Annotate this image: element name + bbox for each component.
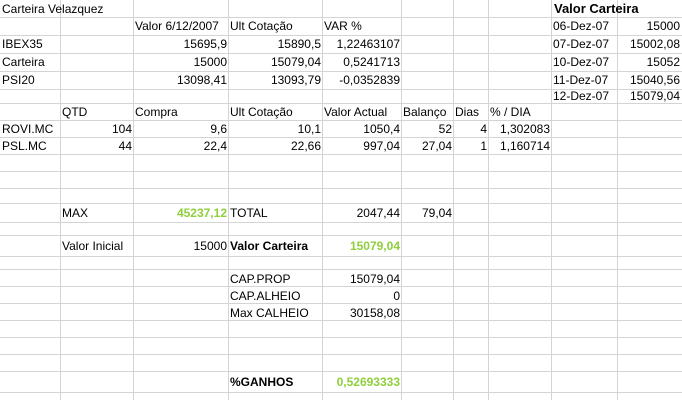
max-calheio-value[interactable]: 30158,08 — [322, 304, 402, 322]
grid-line — [0, 235, 682, 236]
panel-value[interactable]: 15002,08 — [617, 35, 682, 53]
cap-prop-value[interactable]: 15079,04 — [322, 270, 402, 288]
quote-valor[interactable]: 15000 — [133, 53, 229, 71]
valor-carteira-value[interactable]: 15079,04 — [322, 237, 402, 255]
valor-carteira-label[interactable]: Valor Carteira — [228, 237, 323, 255]
position-qtd[interactable]: 104 — [60, 120, 134, 138]
panel-value[interactable]: 15079,04 — [617, 87, 682, 105]
quote-name[interactable]: Carteira — [0, 53, 61, 71]
grid-line — [0, 371, 682, 372]
position-dias[interactable]: 4 — [453, 120, 489, 138]
header-valor[interactable]: Valor 6/12/2007 — [133, 17, 229, 35]
max-value[interactable]: 45237,12 — [133, 204, 229, 222]
grid-line — [0, 188, 682, 189]
position-valor[interactable]: 1050,4 — [322, 120, 402, 138]
quote-name[interactable]: PSI20 — [0, 71, 61, 89]
panel-date[interactable]: 10-Dez-07 — [551, 53, 617, 71]
quote-var[interactable]: 1,22463107 — [322, 35, 402, 53]
valor-carteira-panel-title[interactable]: Valor Carteira — [551, 0, 682, 18]
spreadsheet-grid[interactable]: Carteira Velazquez Valor Carteira Valor … — [0, 0, 682, 400]
grid-line — [0, 171, 682, 172]
position-name[interactable]: ROVI.MC — [0, 120, 61, 138]
position-ult[interactable]: 22,66 — [228, 137, 323, 155]
max-calheio-label[interactable]: Max CALHEIO — [228, 304, 323, 322]
position-compra[interactable]: 9,6 — [133, 120, 229, 138]
position-qtd[interactable]: 44 — [60, 137, 134, 155]
grid-line — [0, 222, 682, 223]
max-label[interactable]: MAX — [60, 204, 134, 222]
grid-line — [488, 0, 489, 400]
grid-line — [0, 337, 682, 338]
header-var[interactable]: VAR % — [322, 17, 402, 35]
quote-var[interactable]: -0,0352839 — [322, 71, 402, 89]
grid-line — [0, 354, 682, 355]
position-pct[interactable]: 1,302083 — [488, 120, 552, 138]
position-dias[interactable]: 1 — [453, 137, 489, 155]
panel-date[interactable]: 06-Dez-07 — [551, 17, 617, 35]
header-dias[interactable]: Dias — [453, 103, 489, 121]
valor-inicial-label[interactable]: Valor Inicial — [60, 237, 134, 255]
total-value[interactable]: 2047,44 — [322, 204, 402, 222]
grid-line — [453, 0, 454, 400]
panel-value[interactable]: 15052 — [617, 53, 682, 71]
panel-date[interactable]: 12-Dez-07 — [551, 87, 617, 105]
valor-inicial-value[interactable]: 15000 — [133, 237, 229, 255]
quote-ult[interactable]: 13093,79 — [228, 71, 323, 89]
position-valor[interactable]: 997,04 — [322, 137, 402, 155]
header-pct-dia[interactable]: % / DIA — [488, 103, 552, 121]
sheet-title[interactable]: Carteira Velazquez — [0, 0, 180, 18]
position-name[interactable]: PSL.MC — [0, 137, 61, 155]
cap-alheio-label[interactable]: CAP.ALHEIO — [228, 287, 323, 305]
position-compra[interactable]: 22,4 — [133, 137, 229, 155]
quote-valor[interactable]: 13098,41 — [133, 71, 229, 89]
cap-alheio-value[interactable]: 0 — [322, 287, 402, 305]
position-pct[interactable]: 1,160714 — [488, 137, 552, 155]
header-qtd[interactable]: QTD — [60, 103, 134, 121]
panel-value[interactable]: 15000 — [617, 17, 682, 35]
quote-var[interactable]: 0,5241713 — [322, 53, 402, 71]
quote-valor[interactable]: 15695,9 — [133, 35, 229, 53]
grid-line — [0, 392, 682, 393]
quote-name[interactable]: IBEX35 — [0, 35, 61, 53]
panel-date[interactable]: 07-Dez-07 — [551, 35, 617, 53]
total-balanco[interactable]: 79,04 — [401, 204, 454, 222]
header-compra[interactable]: Compra — [133, 103, 229, 121]
position-ult[interactable]: 10,1 — [228, 120, 323, 138]
position-balanco[interactable]: 52 — [401, 120, 454, 138]
ganhos-label[interactable]: %GANHOS — [228, 373, 323, 391]
ganhos-value[interactable]: 0,52693333 — [322, 373, 402, 391]
position-balanco[interactable]: 27,04 — [401, 137, 454, 155]
header-valor-actual[interactable]: Valor Actual — [322, 103, 402, 121]
grid-line — [0, 256, 682, 257]
quote-ult[interactable]: 15079,04 — [228, 53, 323, 71]
quote-ult[interactable]: 15890,5 — [228, 35, 323, 53]
header-ult-cotacao-pos[interactable]: Ult Cotação — [228, 103, 323, 121]
header-balanco[interactable]: Balanço — [401, 103, 454, 121]
cap-prop-label[interactable]: CAP.PROP — [228, 270, 323, 288]
header-ult-cotacao[interactable]: Ult Cotação — [228, 17, 323, 35]
total-label[interactable]: TOTAL — [228, 204, 323, 222]
